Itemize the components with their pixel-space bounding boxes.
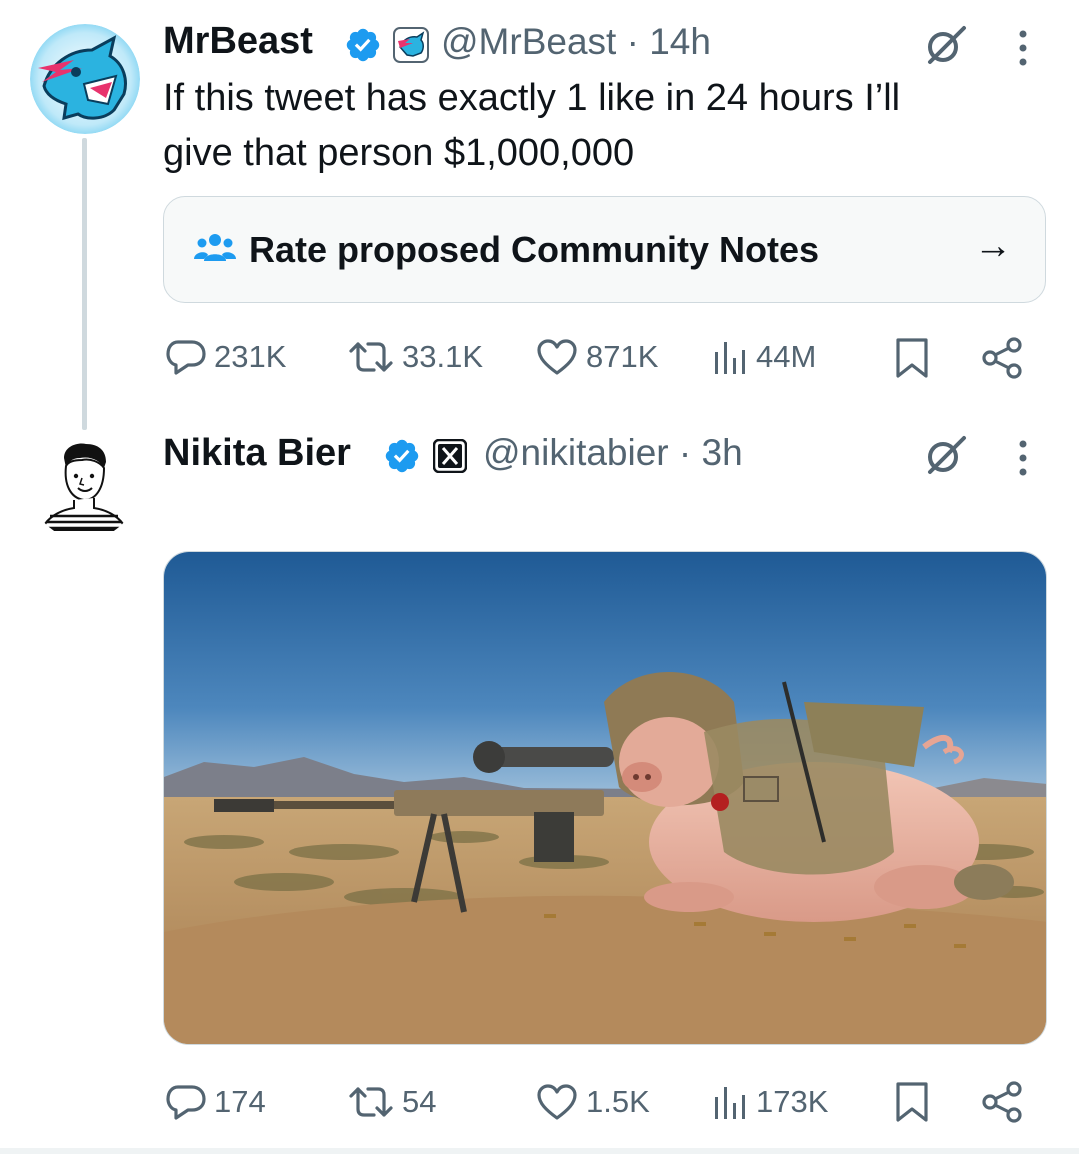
- community-notes-label: Rate proposed Community Notes: [249, 229, 820, 270]
- views-button[interactable]: 44M: [712, 338, 816, 376]
- author-name[interactable]: MrBeast: [163, 20, 313, 63]
- like-count: 1.5K: [586, 1084, 650, 1119]
- divider: [0, 1148, 1079, 1154]
- verified-badge-icon[interactable]: [383, 437, 421, 480]
- reply-count: 231K: [214, 339, 287, 374]
- like-button[interactable]: 871K: [536, 338, 658, 376]
- sketch-portrait-avatar-icon: [31, 433, 137, 539]
- separator-dot: ·: [626, 21, 639, 62]
- heart-icon: [537, 339, 577, 375]
- verified-badge-icon[interactable]: [344, 26, 382, 69]
- bookmark-icon[interactable]: [895, 1081, 929, 1128]
- post-time[interactable]: 14h: [649, 21, 711, 62]
- arrow-right-icon: →: [974, 225, 1012, 267]
- author-handle[interactable]: @MrBeast: [441, 21, 616, 62]
- views-count: 173K: [756, 1084, 829, 1119]
- views-button[interactable]: 173K: [712, 1083, 828, 1121]
- more-options-icon[interactable]: [1016, 438, 1030, 483]
- mrbeast-panther-logo-icon: [30, 24, 140, 134]
- tweet-text-line-1: If this tweet has exactly 1 like in 24 h…: [163, 77, 901, 119]
- author-name[interactable]: Nikita Bier: [163, 432, 351, 475]
- repost-count: 33.1K: [402, 339, 484, 374]
- views-count: 44M: [756, 339, 817, 374]
- like-button[interactable]: 1.5K: [536, 1083, 650, 1121]
- reply-icon: [166, 340, 206, 375]
- repost-icon: [349, 342, 393, 372]
- repost-button[interactable]: 54: [348, 1083, 436, 1121]
- reply-icon: [166, 1085, 206, 1120]
- repost-icon: [349, 1087, 393, 1117]
- bookmark-icon[interactable]: [895, 337, 929, 384]
- mrbeast-affiliate-badge-icon[interactable]: [393, 27, 429, 68]
- community-people-icon: [194, 231, 236, 272]
- share-icon[interactable]: [980, 1080, 1024, 1129]
- reply-button[interactable]: 231K: [166, 338, 286, 376]
- reply-count: 174: [214, 1084, 266, 1119]
- more-options-icon[interactable]: [1016, 28, 1030, 73]
- avatar[interactable]: [30, 24, 140, 134]
- heart-icon: [537, 1084, 577, 1120]
- tweet-text-line-2: give that person $1,000,000: [163, 132, 635, 174]
- views-chart-icon: [715, 342, 745, 374]
- community-notes-button[interactable]: Rate proposed Community Notes →: [163, 196, 1046, 303]
- like-count: 871K: [586, 339, 659, 374]
- avatar[interactable]: [30, 432, 138, 540]
- separator-dot: ·: [678, 432, 692, 473]
- grok-icon[interactable]: [922, 432, 968, 483]
- tweet-text: If this tweet has exactly 1 like in 24 h…: [163, 71, 1043, 181]
- x-logo-badge-icon[interactable]: [432, 438, 468, 478]
- grok-icon[interactable]: [922, 22, 968, 73]
- share-icon[interactable]: [980, 336, 1024, 385]
- thread-connector-line: [82, 138, 87, 430]
- author-handle[interactable]: @nikitabier: [483, 432, 669, 473]
- reply-button[interactable]: 174: [166, 1083, 266, 1121]
- repost-count: 54: [402, 1084, 437, 1119]
- post-time[interactable]: 3h: [702, 432, 743, 473]
- tweet-media-image[interactable]: [163, 551, 1047, 1045]
- repost-button[interactable]: 33.1K: [348, 338, 483, 376]
- views-chart-icon: [715, 1087, 745, 1119]
- pig-sniper-photo: [164, 552, 1046, 1044]
